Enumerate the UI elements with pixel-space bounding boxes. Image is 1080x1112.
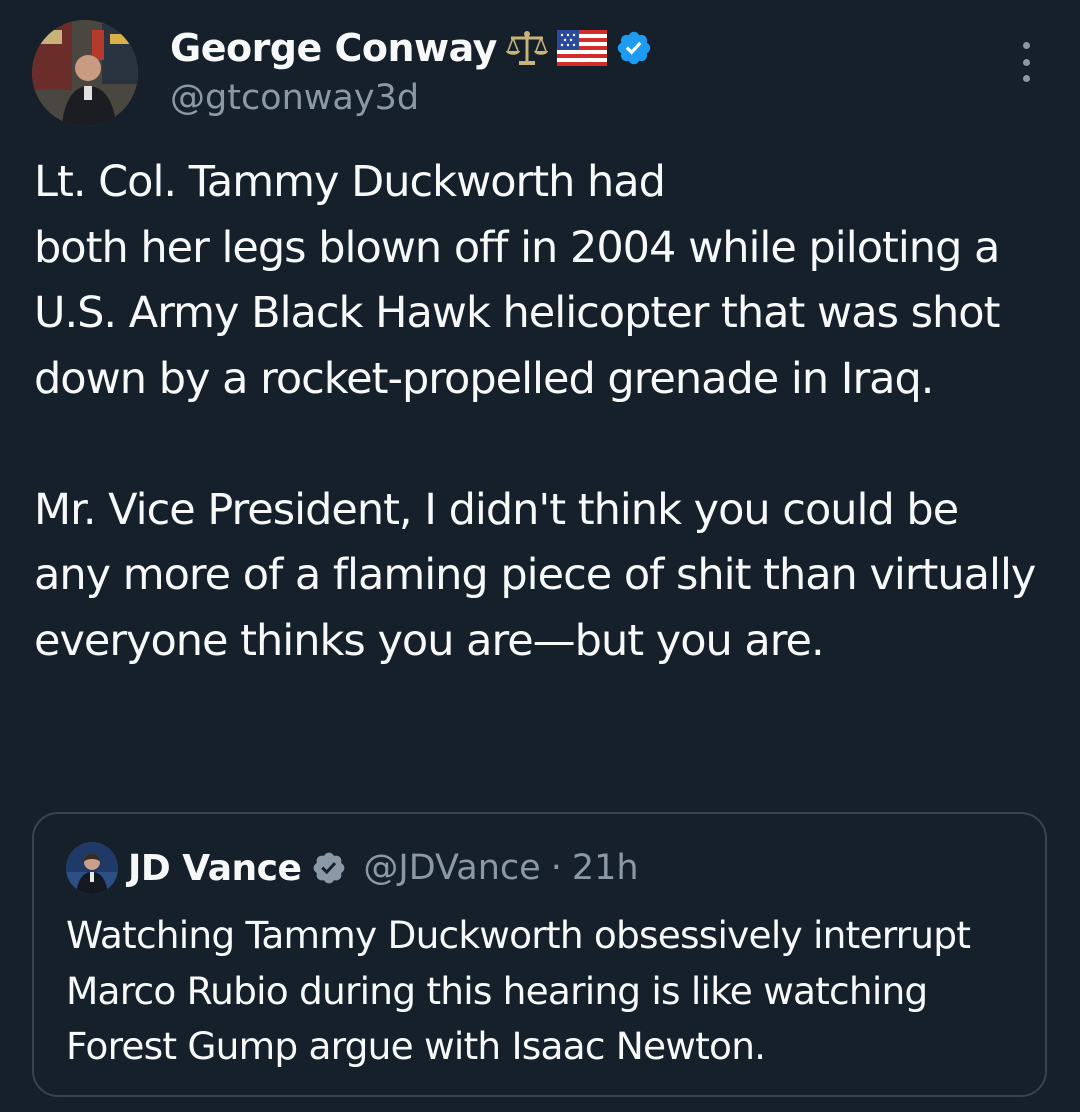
scales-icon bbox=[505, 29, 549, 67]
more-options-icon[interactable] bbox=[1012, 42, 1040, 82]
author-avatar-image bbox=[32, 20, 138, 126]
us-flag-icon bbox=[556, 30, 607, 66]
quoted-tweet-card[interactable]: JD Vance @JDVance · 21h Watching Tammy D… bbox=[32, 812, 1047, 1097]
author-name-row: George Conway bbox=[170, 26, 653, 70]
quoted-author-name: JD Vance bbox=[128, 847, 302, 889]
quoted-author-handle: @JDVance bbox=[363, 848, 541, 888]
author-display-name[interactable]: George Conway bbox=[170, 26, 497, 70]
quoted-author-avatar bbox=[66, 842, 118, 894]
more-dot bbox=[1022, 75, 1030, 82]
quoted-separator: · bbox=[550, 848, 562, 888]
quoted-tweet-header: JD Vance @JDVance · 21h bbox=[66, 842, 639, 894]
quoted-timestamp: 21h bbox=[571, 848, 639, 888]
more-dot bbox=[1022, 42, 1030, 49]
author-handle[interactable]: @gtconway3d bbox=[170, 78, 419, 118]
tweet-text: Lt. Col. Tammy Duckworth had both her le… bbox=[34, 157, 1036, 666]
verified-badge-icon bbox=[615, 29, 653, 67]
quoted-tweet-text: Watching Tammy Duckworth obsessively int… bbox=[66, 913, 971, 1068]
quoted-author-avatar-image bbox=[66, 842, 118, 894]
more-dot bbox=[1022, 58, 1030, 66]
verified-badge-icon bbox=[311, 850, 347, 886]
author-avatar[interactable] bbox=[32, 20, 138, 126]
tweet-view: George Conway @gtconway3d Lt. Col. Tammy… bbox=[0, 0, 1080, 1112]
